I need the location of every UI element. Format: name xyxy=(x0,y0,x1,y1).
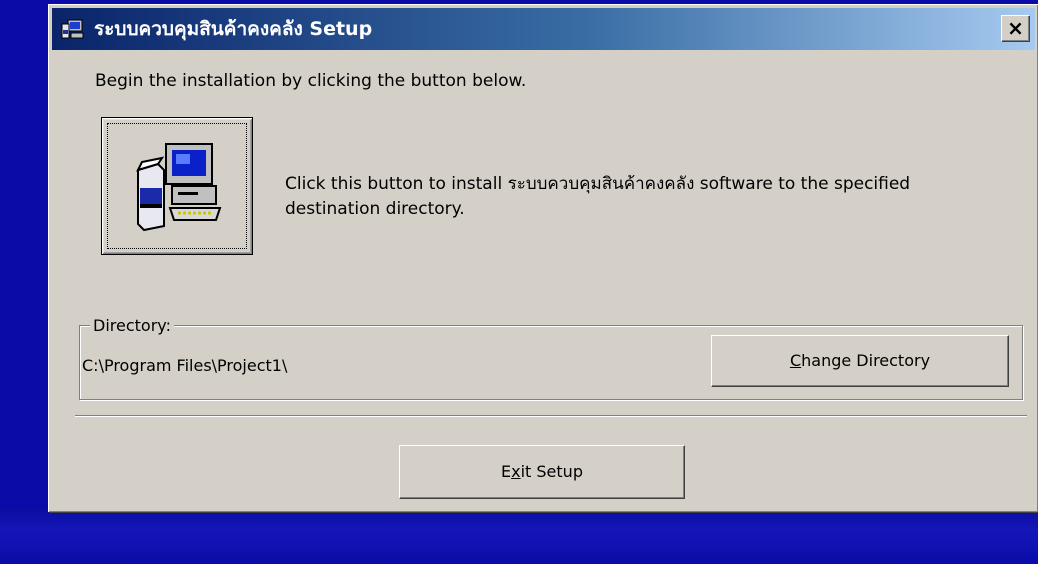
directory-path: C:\Program Files\Project1\ xyxy=(82,356,288,375)
change-directory-button[interactable]: Change Directory xyxy=(711,335,1009,387)
close-icon: × xyxy=(1007,16,1024,40)
exit-label-prefix: E xyxy=(501,462,512,481)
close-button[interactable]: × xyxy=(1001,15,1029,41)
exit-setup-button[interactable]: Exit Setup xyxy=(399,445,685,499)
window-title: ระบบควบคุมสินค้าคงคลัง Setup xyxy=(94,18,373,40)
desktop-background xyxy=(0,508,1038,564)
change-directory-label: hange Directory xyxy=(801,351,931,370)
separator-line xyxy=(75,415,1027,417)
install-computer-icon xyxy=(136,143,222,232)
exit-accel: x xyxy=(511,462,521,481)
install-button[interactable] xyxy=(101,117,253,255)
setup-computer-icon xyxy=(60,18,86,40)
install-description: Click this button to install ระบบควบคุมส… xyxy=(285,174,911,219)
directory-legend: Directory: xyxy=(90,316,174,335)
exit-label-rest: it Setup xyxy=(520,462,583,481)
title-bar[interactable]: ระบบควบคุมสินค้าคงคลัง Setup × xyxy=(52,8,1035,50)
change-directory-accel: C xyxy=(789,351,802,370)
intro-text: Begin the installation by clicking the b… xyxy=(95,71,527,91)
setup-window: ระบบควบคุมสินค้าคงคลัง Setup × Begin the… xyxy=(48,4,1038,512)
